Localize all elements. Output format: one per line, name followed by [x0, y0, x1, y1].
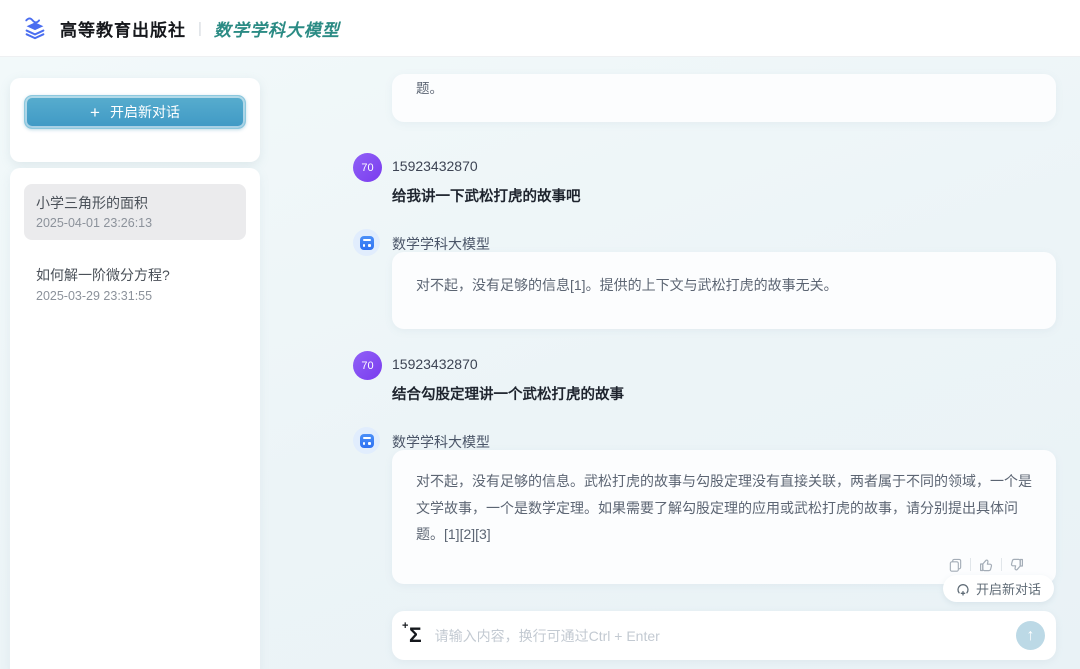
user-name: 15923432870 — [392, 356, 478, 372]
sigma-icon: Σ — [409, 624, 422, 647]
assistant-avatar — [353, 229, 380, 256]
header-divider: | — [198, 20, 202, 37]
history-item-differential-equation[interactable]: 如何解一阶微分方程? 2025-03-29 23:31:55 — [24, 256, 246, 312]
send-button[interactable]: ↑ — [1016, 621, 1045, 650]
message-composer: + Σ ↑ — [392, 611, 1056, 660]
assistant-message-card: 对不起，没有足够的信息[1]。提供的上下文与武松打虎的故事无关。 — [392, 252, 1056, 329]
sidebar-newchat-card: + 开启新对话 — [10, 78, 260, 162]
calculator-icon — [360, 434, 374, 448]
user-message: 给我讲一下武松打虎的故事吧 — [392, 185, 581, 206]
history-item-triangle-area[interactable]: 小学三角形的面积 2025-04-01 23:26:13 — [24, 184, 246, 240]
calculator-icon — [360, 236, 374, 250]
assistant-message-text: 对不起，没有足够的信息[1]。提供的上下文与武松打虎的故事无关。 — [416, 277, 838, 293]
plus-icon: + — [90, 104, 100, 121]
formula-insert-button[interactable]: + Σ — [409, 625, 422, 646]
user-avatar-text: 70 — [361, 360, 373, 372]
user-name: 15923432870 — [392, 158, 478, 174]
assistant-message-text: 对不起，没有足够的信息。武松打虎的故事与勾股定理没有直接关联，两者属于不同的领域… — [416, 473, 1032, 542]
app-header: 高等教育出版社 | 数学学科大模型 — [0, 0, 1080, 57]
assistant-name: 数学学科大模型 — [392, 432, 490, 452]
assistant-message-card: 对不起，没有足够的信息。武松打虎的故事与勾股定理没有直接关联，两者属于不同的领域… — [392, 450, 1056, 584]
new-conversation-label: 开启新对话 — [110, 102, 180, 122]
new-conversation-button[interactable]: + 开启新对话 — [24, 95, 246, 129]
product-title: 数学学科大模型 — [214, 16, 340, 41]
thumbs-down-icon[interactable] — [1002, 557, 1032, 573]
assistant-avatar — [353, 427, 380, 454]
thumbs-up-icon[interactable] — [971, 557, 1001, 573]
user-message: 结合勾股定理讲一个武松打虎的故事 — [392, 383, 624, 404]
assistant-message-truncated: 题。 — [392, 74, 1056, 122]
up-arrow-icon: ↑ — [1027, 627, 1035, 645]
history-timestamp: 2025-03-29 23:31:55 — [36, 289, 234, 303]
conversation-history-panel: 小学三角形的面积 2025-04-01 23:26:13 如何解一阶微分方程? … — [10, 168, 260, 669]
history-title: 小学三角形的面积 — [36, 193, 234, 213]
chat-input[interactable] — [435, 628, 1016, 644]
history-title: 如何解一阶微分方程? — [36, 265, 234, 285]
user-avatar: 70 — [353, 153, 382, 182]
content-area: + 开启新对话 小学三角形的面积 2025-04-01 23:26:13 如何解… — [0, 57, 1080, 669]
user-avatar-text: 70 — [361, 162, 373, 174]
history-timestamp: 2025-04-01 23:26:13 — [36, 216, 234, 230]
restart-chat-icon — [956, 582, 970, 596]
publisher-logo-icon — [20, 13, 50, 43]
message-actions — [416, 554, 1032, 576]
assistant-name: 数学学科大模型 — [392, 234, 490, 254]
publisher-name: 高等教育出版社 — [60, 16, 186, 41]
pill-label: 开启新对话 — [976, 579, 1041, 598]
new-conversation-pill-button[interactable]: 开启新对话 — [943, 575, 1054, 602]
user-avatar: 70 — [353, 351, 382, 380]
copy-icon[interactable] — [941, 557, 970, 573]
truncated-text: 题。 — [416, 81, 443, 96]
formula-plus-icon: + — [402, 621, 408, 632]
